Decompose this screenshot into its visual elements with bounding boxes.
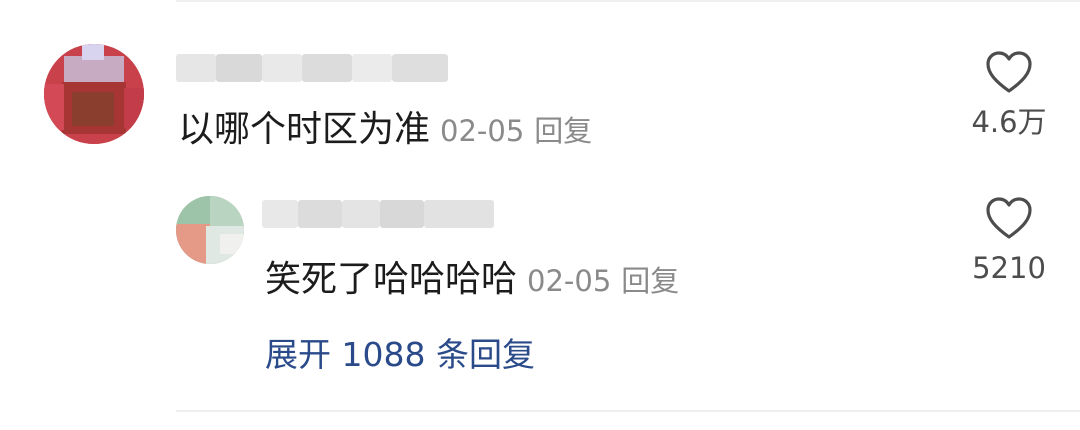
reply-time: 02-05 xyxy=(527,264,612,298)
like-count: 4.6万 xyxy=(971,105,1047,139)
avatar[interactable] xyxy=(44,44,144,144)
comment-time: 02-05 xyxy=(440,114,525,148)
heart-outline-icon xyxy=(986,197,1032,239)
heart-outline-icon xyxy=(986,51,1032,93)
reply-button[interactable]: 回复 xyxy=(534,114,592,148)
bottom-divider xyxy=(176,410,1080,412)
reply-text: 笑死了哈哈哈哈 xyxy=(265,259,518,300)
comment-body: 以哪个时区为准 02-05 回复 xyxy=(178,112,592,148)
reply-reply-button[interactable]: 回复 xyxy=(621,264,679,298)
reply-like-button[interactable]: 5210 xyxy=(954,196,1064,283)
like-button[interactable]: 4.6万 xyxy=(954,50,1064,137)
expand-replies-link[interactable]: 展开 1088 条回复 xyxy=(265,338,535,371)
reply-like-count: 5210 xyxy=(972,251,1046,285)
reply-avatar[interactable] xyxy=(176,196,244,264)
comment-text: 以哪个时区为准 xyxy=(178,109,431,150)
top-divider xyxy=(176,0,1080,2)
reply-blurred-username[interactable] xyxy=(262,196,494,232)
blurred-username[interactable] xyxy=(176,50,448,86)
reply-body: 笑死了哈哈哈哈 02-05 回复 xyxy=(265,262,679,298)
